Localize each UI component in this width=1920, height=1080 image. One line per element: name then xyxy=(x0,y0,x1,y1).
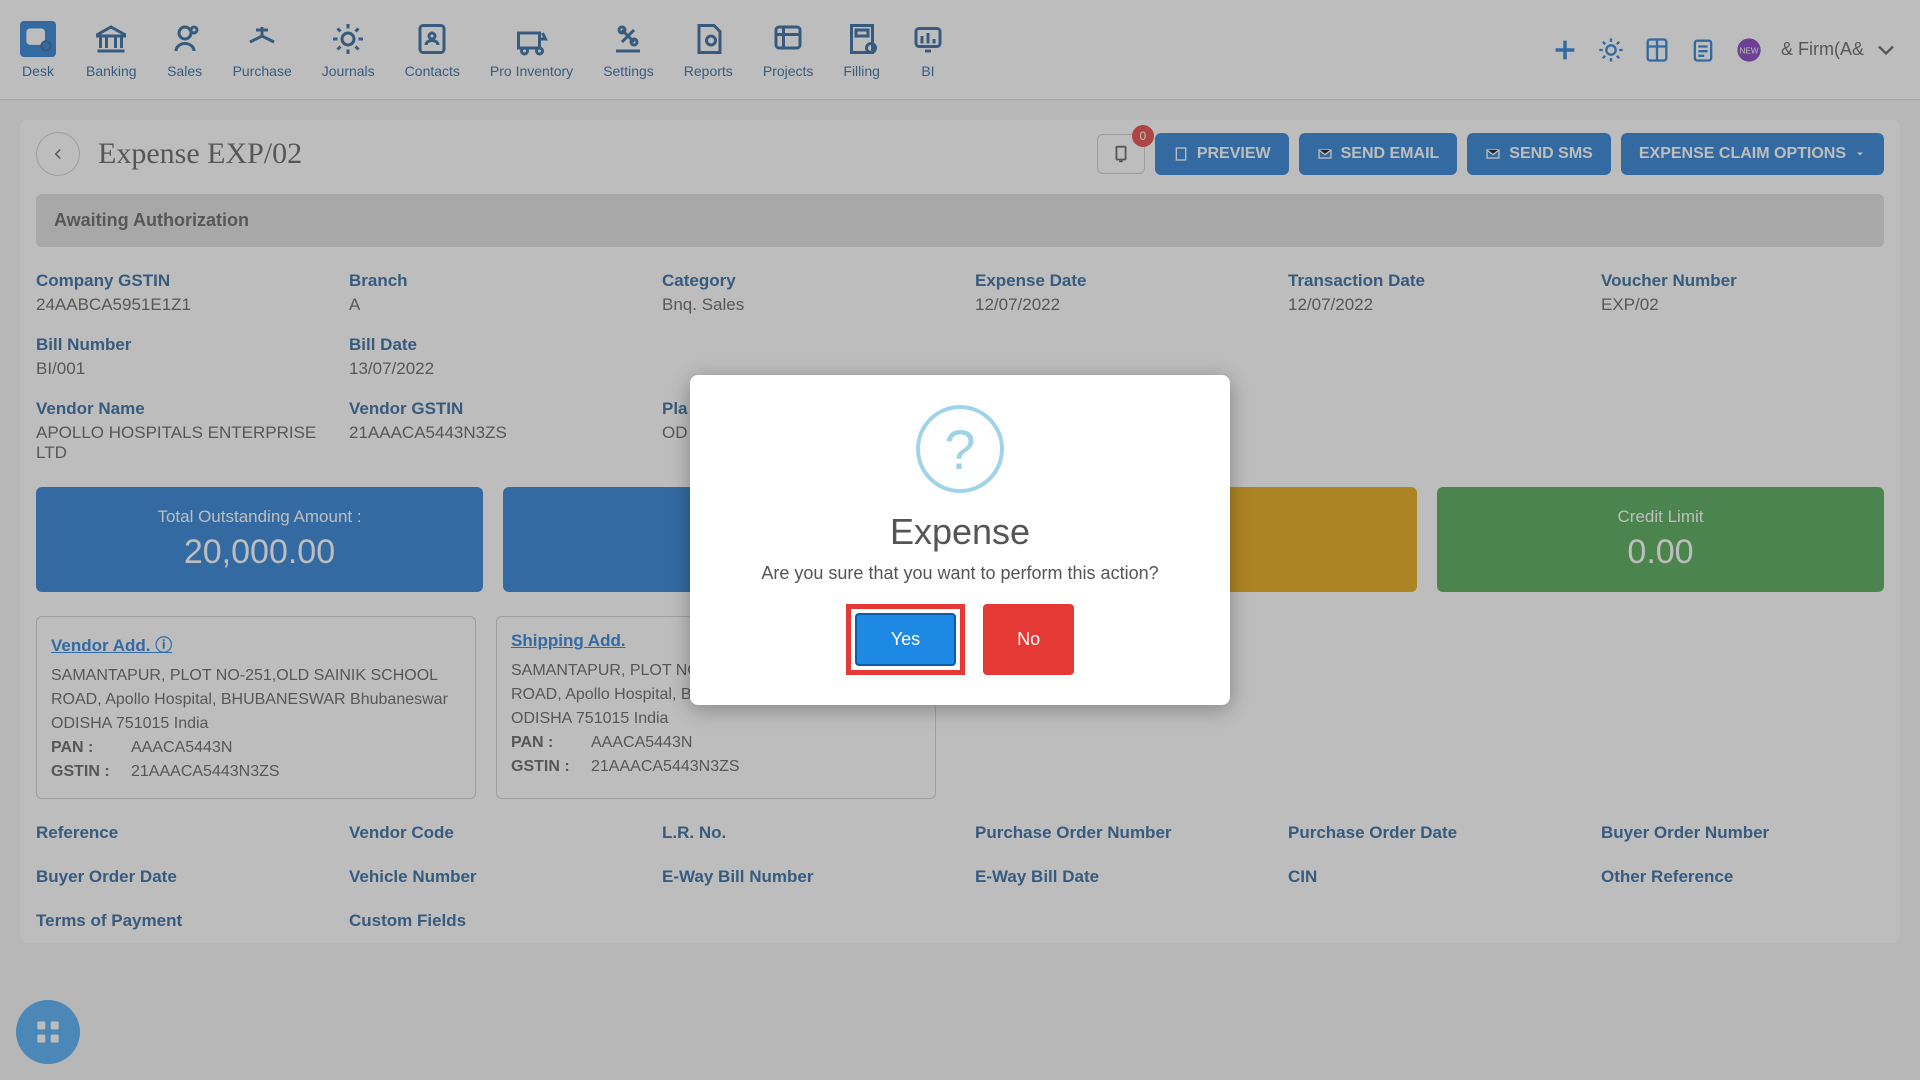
modal-message: Are you sure that you want to perform th… xyxy=(730,563,1190,584)
question-icon: ? xyxy=(916,405,1004,493)
yes-button-highlight: Yes xyxy=(846,604,965,675)
no-button[interactable]: No xyxy=(983,604,1074,675)
confirm-modal: ? Expense Are you sure that you want to … xyxy=(690,375,1230,705)
modal-buttons: Yes No xyxy=(730,604,1190,675)
yes-button[interactable]: Yes xyxy=(855,613,956,666)
modal-title: Expense xyxy=(730,511,1190,553)
